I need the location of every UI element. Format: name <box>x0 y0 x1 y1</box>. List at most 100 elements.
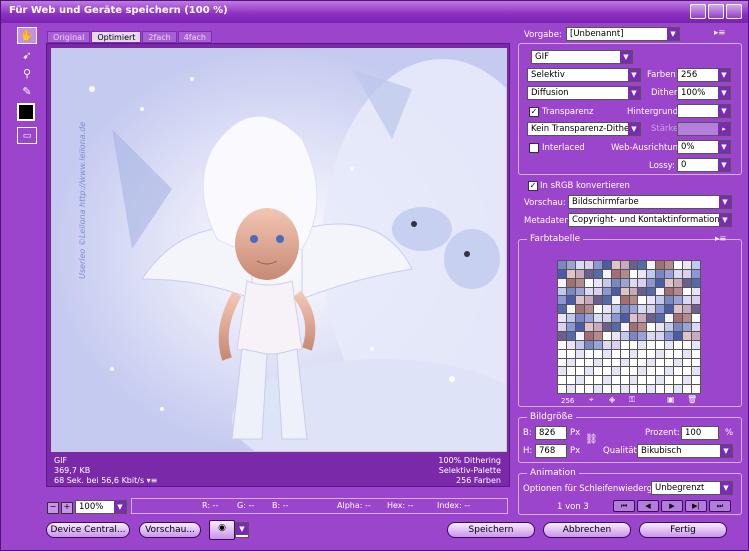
color-swatch[interactable] <box>674 385 683 393</box>
color-swatch[interactable] <box>611 261 620 269</box>
color-swatch[interactable] <box>611 305 620 314</box>
color-swatch[interactable] <box>665 287 674 296</box>
color-swatch[interactable] <box>692 376 700 385</box>
color-swatch[interactable] <box>647 358 656 367</box>
color-swatch[interactable] <box>683 305 692 314</box>
color-swatch[interactable] <box>656 261 665 269</box>
browser-select[interactable]: ▼ <box>235 522 249 538</box>
color-swatch[interactable] <box>638 385 647 393</box>
color-swatch[interactable] <box>602 305 611 314</box>
color-swatch[interactable] <box>647 367 656 376</box>
color-swatch[interactable] <box>629 269 638 278</box>
color-swatch[interactable] <box>575 376 584 385</box>
color-swatch[interactable] <box>566 287 575 296</box>
color-swatch[interactable] <box>611 287 620 296</box>
lock-color-icon[interactable]: ⚿ <box>629 395 635 405</box>
color-swatch[interactable] <box>629 278 638 287</box>
color-swatch[interactable] <box>611 269 620 278</box>
color-swatch[interactable] <box>558 367 566 376</box>
loop-options-select[interactable]: Unbegrenzt ▼ <box>651 481 733 495</box>
eyedropper-tool-icon[interactable]: ✎ <box>17 83 37 100</box>
color-swatch[interactable] <box>593 314 602 323</box>
color-swatch[interactable] <box>692 331 700 340</box>
color-swatch[interactable] <box>593 358 602 367</box>
color-swatch[interactable] <box>629 349 638 358</box>
color-swatch[interactable] <box>566 358 575 367</box>
preset-select[interactable]: [Unbenannt] ▼ <box>566 27 680 41</box>
zoom-tool-icon[interactable]: ⚲ <box>17 65 37 82</box>
color-swatch[interactable] <box>593 269 602 278</box>
color-swatch[interactable] <box>629 261 638 269</box>
transparency-checkbox[interactable]: ✓ <box>529 107 539 117</box>
color-swatch[interactable] <box>611 314 620 323</box>
color-swatch[interactable] <box>566 323 575 331</box>
color-swatch[interactable] <box>575 269 584 278</box>
color-swatch[interactable] <box>629 287 638 296</box>
color-swatch[interactable] <box>558 305 566 314</box>
color-swatch[interactable] <box>683 376 692 385</box>
color-swatch[interactable] <box>629 331 638 340</box>
color-swatch[interactable] <box>620 269 629 278</box>
colors-select[interactable]: 256 ▼ <box>677 68 731 82</box>
color-swatch[interactable] <box>602 314 611 323</box>
color-swatch[interactable] <box>683 331 692 340</box>
color-swatch[interactable] <box>611 296 620 305</box>
color-table-grid[interactable] <box>557 260 701 394</box>
color-swatch[interactable] <box>692 385 700 393</box>
maximize-button[interactable] <box>708 4 724 19</box>
color-swatch[interactable] <box>683 278 692 287</box>
color-swatch[interactable] <box>620 261 629 269</box>
color-swatch[interactable] <box>611 323 620 331</box>
color-swatch[interactable] <box>620 323 629 331</box>
slice-select-tool-icon[interactable]: ➹ <box>17 47 37 64</box>
tab-original[interactable]: Original <box>47 31 91 43</box>
color-swatch[interactable] <box>584 278 593 287</box>
color-swatch[interactable] <box>575 261 584 269</box>
color-swatch[interactable] <box>692 261 700 269</box>
browser-icon[interactable]: ◉ <box>209 520 235 540</box>
color-swatch[interactable] <box>575 296 584 305</box>
color-swatch[interactable] <box>638 323 647 331</box>
color-swatch[interactable] <box>620 296 629 305</box>
color-swatch[interactable] <box>575 278 584 287</box>
color-swatch[interactable] <box>566 376 575 385</box>
zoom-level-select[interactable]: 100% ▼ <box>75 500 127 514</box>
color-swatch[interactable] <box>620 385 629 393</box>
color-swatch[interactable] <box>656 331 665 340</box>
color-swatch[interactable] <box>602 385 611 393</box>
color-swatch[interactable] <box>674 340 683 349</box>
color-swatch[interactable] <box>575 331 584 340</box>
preview-select[interactable]: Bildschirmfarbe ▼ <box>568 195 732 209</box>
color-swatch[interactable] <box>620 349 629 358</box>
color-swatch[interactable] <box>584 340 593 349</box>
color-swatch[interactable] <box>656 340 665 349</box>
color-swatch[interactable] <box>620 376 629 385</box>
color-swatch[interactable] <box>692 349 700 358</box>
play-icon[interactable]: ▶ <box>661 500 683 512</box>
color-swatch[interactable] <box>620 314 629 323</box>
color-swatch[interactable] <box>638 314 647 323</box>
color-swatch[interactable] <box>620 305 629 314</box>
color-swatch[interactable] <box>593 287 602 296</box>
color-swatch[interactable] <box>647 314 656 323</box>
color-swatch[interactable] <box>558 314 566 323</box>
color-swatch[interactable] <box>665 385 674 393</box>
color-swatch[interactable] <box>656 349 665 358</box>
color-swatch[interactable] <box>593 261 602 269</box>
color-swatch[interactable] <box>558 261 566 269</box>
color-swatch[interactable] <box>566 261 575 269</box>
color-swatch[interactable] <box>602 287 611 296</box>
color-swatch[interactable] <box>584 314 593 323</box>
color-swatch[interactable] <box>674 261 683 269</box>
color-swatch[interactable] <box>638 349 647 358</box>
color-swatch[interactable] <box>629 305 638 314</box>
color-swatch[interactable] <box>584 323 593 331</box>
color-swatch[interactable] <box>593 349 602 358</box>
color-swatch[interactable] <box>692 278 700 287</box>
percent-input[interactable]: 100 <box>681 426 719 440</box>
tab-2up[interactable]: 2fach <box>142 31 177 43</box>
color-swatch[interactable] <box>647 287 656 296</box>
color-swatch[interactable] <box>558 269 566 278</box>
color-swatch[interactable] <box>674 305 683 314</box>
color-swatch[interactable] <box>665 305 674 314</box>
